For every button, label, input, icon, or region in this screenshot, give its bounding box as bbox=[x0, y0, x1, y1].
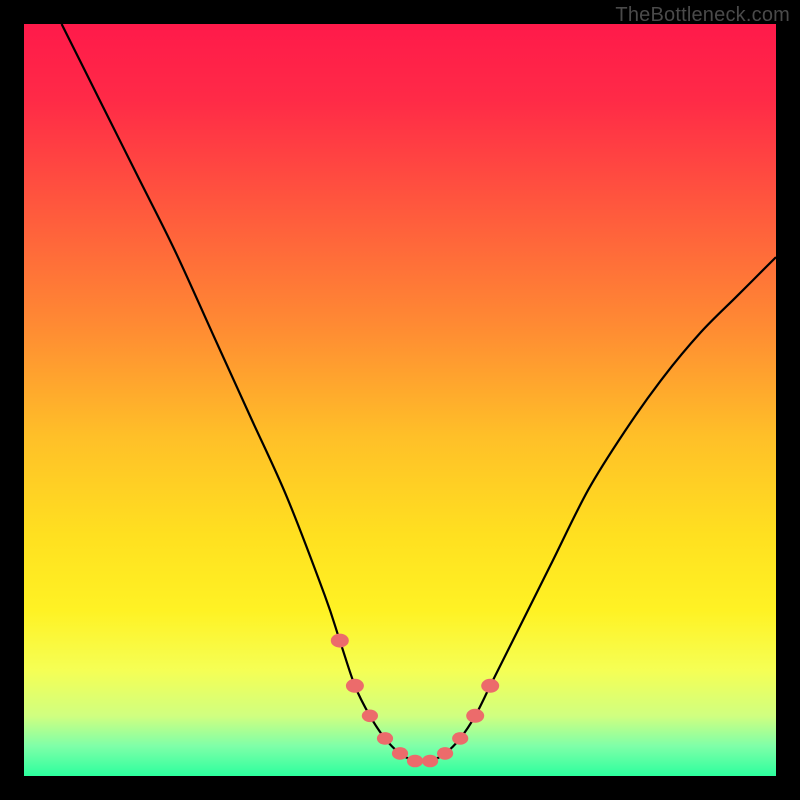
curve-marker bbox=[452, 732, 468, 745]
curve-marker bbox=[407, 755, 423, 768]
watermark-text: TheBottleneck.com bbox=[615, 4, 790, 27]
curve-marker bbox=[346, 679, 364, 693]
bottleneck-curve bbox=[62, 24, 776, 762]
marker-group bbox=[331, 634, 499, 768]
curve-marker bbox=[331, 634, 349, 648]
curve-marker bbox=[392, 747, 408, 760]
curve-marker bbox=[422, 755, 438, 768]
curve-marker bbox=[362, 710, 378, 723]
curve-marker bbox=[377, 732, 393, 745]
plot-area bbox=[24, 24, 776, 776]
curve-marker bbox=[481, 679, 499, 693]
chart-frame: TheBottleneck.com bbox=[0, 0, 800, 800]
curve-marker bbox=[466, 709, 484, 723]
curve-layer bbox=[24, 24, 776, 776]
curve-marker bbox=[437, 747, 453, 760]
